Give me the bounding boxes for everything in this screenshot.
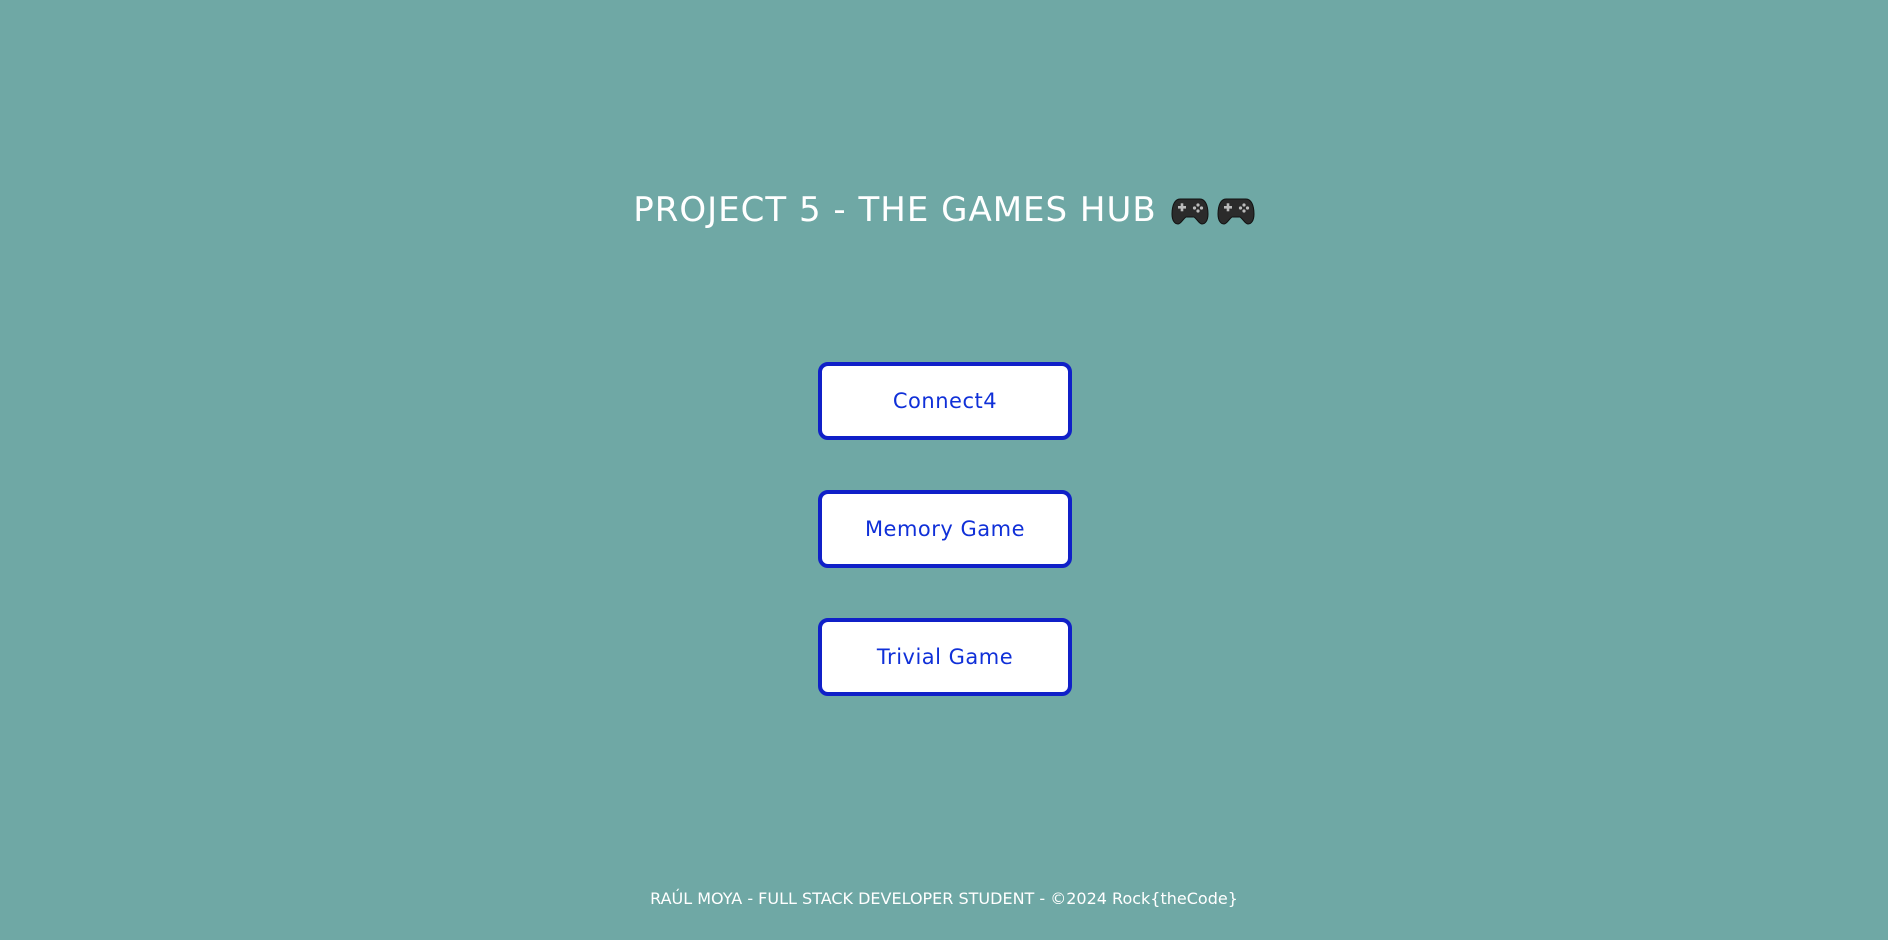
page-title: PROJECT 5 - THE GAMES HUB [633,190,1157,230]
gamepad-icons [1171,195,1255,225]
title-row: PROJECT 5 - THE GAMES HUB [0,186,1888,234]
connect4-button[interactable]: Connect4 [818,362,1072,440]
game-buttons: Connect4 Memory Game Trivial Game [818,362,1072,696]
trivial-game-button[interactable]: Trivial Game [818,618,1072,696]
footer: RAÚL MOYA - FULL STACK DEVELOPER STUDENT… [0,888,1888,910]
memory-game-button[interactable]: Memory Game [818,490,1072,568]
footer-text: RAÚL MOYA - FULL STACK DEVELOPER STUDENT… [650,889,1238,908]
gamepad-icon [1217,195,1255,225]
gamepad-icon [1171,195,1209,225]
